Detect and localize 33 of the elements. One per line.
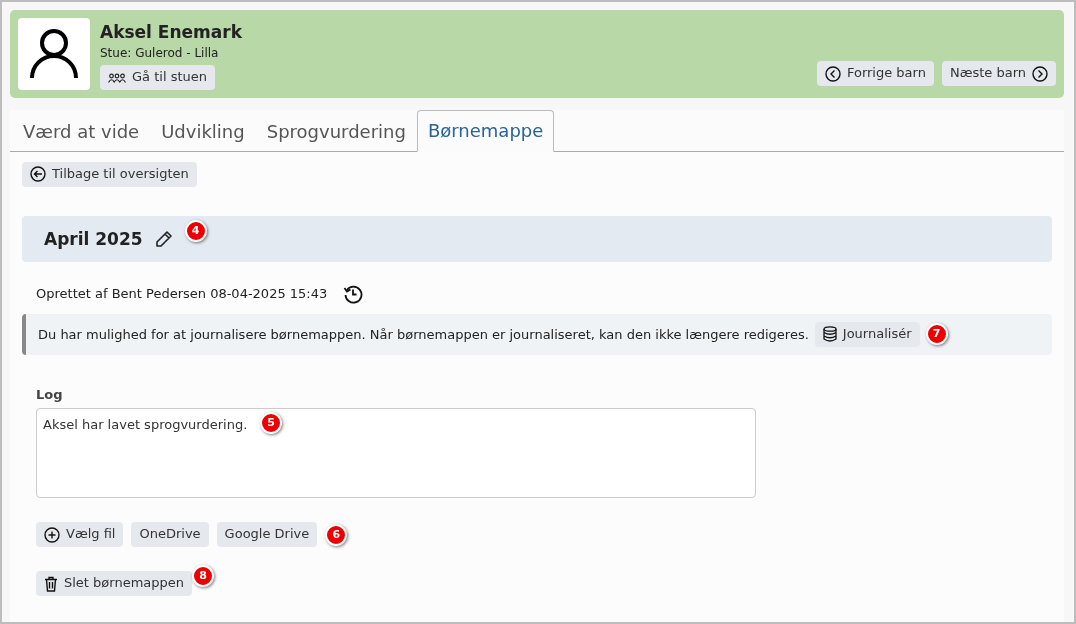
tab[interactable]: Sprogvurdering: [255, 111, 417, 152]
plus-circle-icon: [44, 526, 60, 543]
person-silhouette-icon: [29, 28, 79, 80]
room-label: Stue: Gulerod - Lilla: [100, 45, 220, 63]
notice-text: Du har mulighed for at journalisere børnemappen. Når børnemappen er journaliseret, kan den ikke længere redigeres.: [38, 325, 809, 344]
delete-folder-button[interactable]: Slet børnemappen: [36, 571, 193, 597]
callout-marker: 8: [192, 565, 215, 588]
trash-icon: [44, 575, 58, 592]
callout-marker: 7: [925, 323, 948, 346]
history-icon[interactable]: [343, 283, 364, 304]
tab[interactable]: Børnemappe: [416, 110, 555, 152]
callout-marker: 4: [184, 219, 207, 242]
cloud-source-button[interactable]: Google Drive: [216, 522, 318, 548]
chevron-right-circle-icon: [1032, 65, 1048, 82]
tab[interactable]: Udvikling: [150, 111, 256, 152]
next-child-button[interactable]: Næste barn: [941, 61, 1056, 86]
back-button[interactable]: Tilbage til oversigten: [22, 162, 197, 187]
database-icon: [822, 326, 837, 343]
cloud-source-button[interactable]: OneDrive: [131, 522, 209, 548]
folder-title: April 2025: [44, 228, 143, 250]
journalize-button[interactable]: Journalisér: [814, 321, 920, 347]
log-label: Log: [36, 385, 64, 404]
tab[interactable]: Værd at vide: [12, 111, 151, 152]
callout-marker: 6: [325, 523, 348, 546]
group-icon: [108, 72, 126, 83]
previous-child-button[interactable]: Forrige barn: [816, 61, 934, 86]
arrow-left-circle-icon: [30, 166, 46, 183]
choose-file-button[interactable]: Vælg fil: [36, 522, 124, 548]
pencil-icon[interactable]: [154, 229, 173, 248]
child-name: Aksel Enemark: [100, 22, 242, 43]
go-to-room-button[interactable]: Gå til stuen: [100, 65, 215, 91]
chevron-left-circle-icon: [824, 65, 841, 82]
created-info: Oprettet af Bent Pedersen 08-04-2025 15:43: [36, 285, 328, 304]
